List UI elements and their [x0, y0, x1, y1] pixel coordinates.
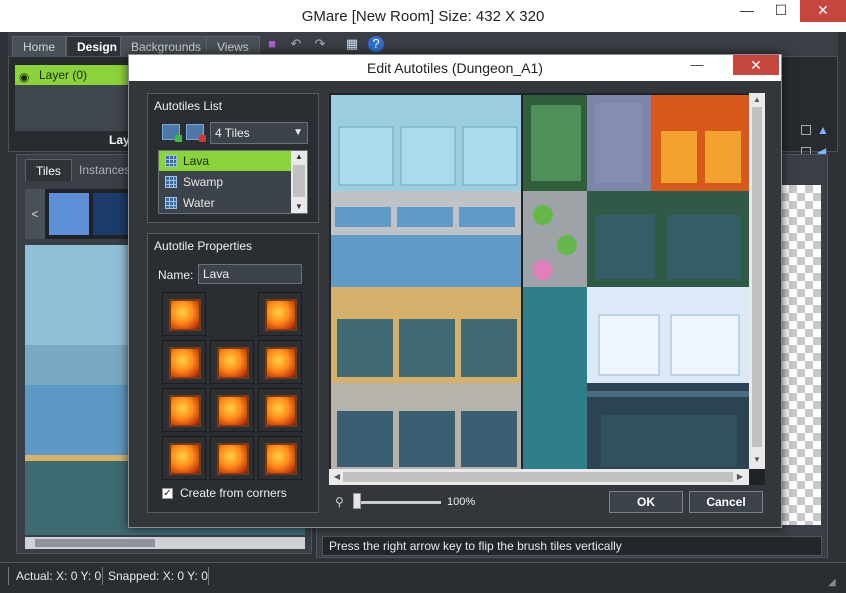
corner-tile-slot[interactable]: [210, 436, 254, 480]
corner-tile-slot[interactable]: [210, 388, 254, 432]
remove-autotile-icon[interactable]: [186, 124, 206, 142]
corner-tile-slot[interactable]: [210, 340, 254, 384]
autotile-item-label: Swamp: [183, 175, 224, 189]
create-from-corners-label: Create from corners: [180, 486, 287, 500]
corner-tile-slot[interactable]: [162, 388, 206, 432]
scroll-right-icon[interactable]: ▶: [733, 472, 747, 481]
autotile-list-scrollbar[interactable]: ▲ ▼: [291, 151, 307, 213]
tile-grid-icon: [165, 155, 177, 167]
dialog-close-button[interactable]: ✕: [733, 55, 779, 75]
strip-scroll-left-button[interactable]: <: [25, 189, 45, 239]
tiles-horizontal-scrollbar[interactable]: [25, 537, 305, 549]
autotile-tileset-image[interactable]: [331, 95, 749, 471]
room-canvas[interactable]: [781, 185, 821, 525]
eye-icon[interactable]: ◉: [19, 67, 29, 87]
scroll-left-icon[interactable]: ◀: [330, 472, 344, 481]
status-bar: Actual: X: 0 Y: 0 Snapped: X: 0 Y: 0 ◢: [0, 562, 846, 593]
ok-button[interactable]: OK: [609, 491, 683, 513]
corner-tile-slot[interactable]: [258, 388, 302, 432]
name-label: Name:: [158, 268, 194, 282]
autotiles-list-group: Autotiles List 4 Tiles ▼ Lava Swamp Wate…: [147, 93, 319, 223]
tab-design[interactable]: Design: [66, 36, 129, 56]
add-autotile-icon[interactable]: [162, 124, 182, 142]
autotile-item-lava[interactable]: Lava: [159, 151, 291, 171]
create-from-corners-checkbox[interactable]: ✓: [162, 488, 173, 499]
tab-tiles[interactable]: Tiles: [25, 159, 72, 181]
save-icon[interactable]: ■: [264, 36, 280, 52]
tile-grid-icon: [165, 197, 177, 209]
spin-up-icon[interactable]: [801, 125, 811, 135]
strip-tile[interactable]: [49, 193, 89, 235]
corner-tile-slot[interactable]: [162, 436, 206, 480]
chevron-down-icon: ▼: [293, 127, 303, 138]
dialog-titlebar: Edit Autotiles (Dungeon_A1) — ✕: [129, 55, 781, 81]
corner-tile-slot[interactable]: [258, 340, 302, 384]
edit-autotiles-dialog: Edit Autotiles (Dungeon_A1) — ✕ Autotile…: [128, 54, 782, 528]
corner-tile-slot[interactable]: [258, 436, 302, 480]
scroll-down-icon[interactable]: ▼: [750, 455, 764, 464]
close-button[interactable]: ✕: [800, 0, 846, 22]
tab-backgrounds[interactable]: Backgrounds: [120, 36, 213, 56]
tileset-vertical-scrollbar[interactable]: ▲ ▼: [749, 93, 765, 469]
layer-item-label: Layer (0): [39, 68, 88, 82]
book-icon[interactable]: ▦: [344, 36, 360, 52]
tab-views[interactable]: Views: [206, 36, 260, 56]
undo-icon[interactable]: ↶: [288, 36, 304, 52]
tiles-count-select[interactable]: 4 Tiles ▼: [210, 122, 308, 144]
zoom-slider-thumb[interactable]: [353, 493, 361, 509]
dialog-title: Edit Autotiles (Dungeon_A1): [367, 60, 543, 76]
window-titlebar: GMare [New Room] Size: 432 X 320 — ☐ ✕: [0, 0, 846, 32]
status-snapped: Snapped: X: 0 Y: 0: [108, 569, 208, 583]
maximize-button[interactable]: ☐: [766, 0, 796, 22]
scroll-down-icon[interactable]: ▼: [291, 201, 307, 213]
autotile-item-label: Lava: [183, 154, 210, 168]
zoom-value: 100%: [447, 496, 476, 508]
zoom-slider-track[interactable]: [355, 501, 441, 504]
corner-tile-slot[interactable]: [162, 340, 206, 384]
strip-tile[interactable]: [93, 193, 133, 235]
status-actual: Actual: X: 0 Y: 0: [16, 569, 102, 583]
redo-icon[interactable]: ↷: [312, 36, 328, 52]
tile-grid-icon: [165, 176, 177, 188]
cancel-button[interactable]: Cancel: [689, 491, 763, 513]
dialog-minimize-button[interactable]: —: [685, 57, 709, 72]
magnifier-icon: ⚲: [335, 495, 344, 509]
minimize-button[interactable]: —: [732, 0, 762, 22]
layer-item[interactable]: ◉ Layer (0): [15, 65, 135, 85]
tileset-horizontal-scrollbar[interactable]: ◀ ▶: [329, 469, 749, 485]
autotile-item-label: Water: [183, 196, 215, 210]
tiles-count-value: 4 Tiles: [215, 126, 250, 140]
autotile-properties-group: Autotile Properties Name: Lava ✓ Create …: [147, 233, 319, 513]
autotile-item-water[interactable]: Water: [159, 193, 291, 213]
resize-grip-icon[interactable]: ◢: [828, 577, 836, 588]
autotile-properties-title: Autotile Properties: [154, 239, 253, 253]
scroll-up-icon[interactable]: ▲: [291, 151, 307, 163]
corner-tile-slot[interactable]: [162, 292, 206, 336]
help-icon[interactable]: ?: [368, 36, 384, 52]
flip-vertical-icon[interactable]: ▲: [817, 123, 829, 137]
hint-bar: Press the right arrow key to flip the br…: [322, 536, 822, 556]
name-field[interactable]: Lava: [198, 264, 302, 284]
tileset-viewport: ▲ ▼ ◀ ▶: [329, 93, 765, 485]
autotile-item-swamp[interactable]: Swamp: [159, 172, 291, 192]
corner-tile-slot[interactable]: [258, 292, 302, 336]
autotile-list: Lava Swamp Water ▲ ▼: [158, 150, 308, 214]
layer-list: ◉ Layer (0): [15, 65, 135, 131]
scroll-up-icon[interactable]: ▲: [750, 95, 764, 104]
autotiles-list-title: Autotiles List: [154, 99, 223, 113]
tab-home[interactable]: Home: [12, 36, 67, 56]
ribbon-tab-bar: Home Design Backgrounds Views: [8, 32, 838, 56]
window-title: GMare [New Room] Size: 432 X 320: [301, 8, 545, 25]
